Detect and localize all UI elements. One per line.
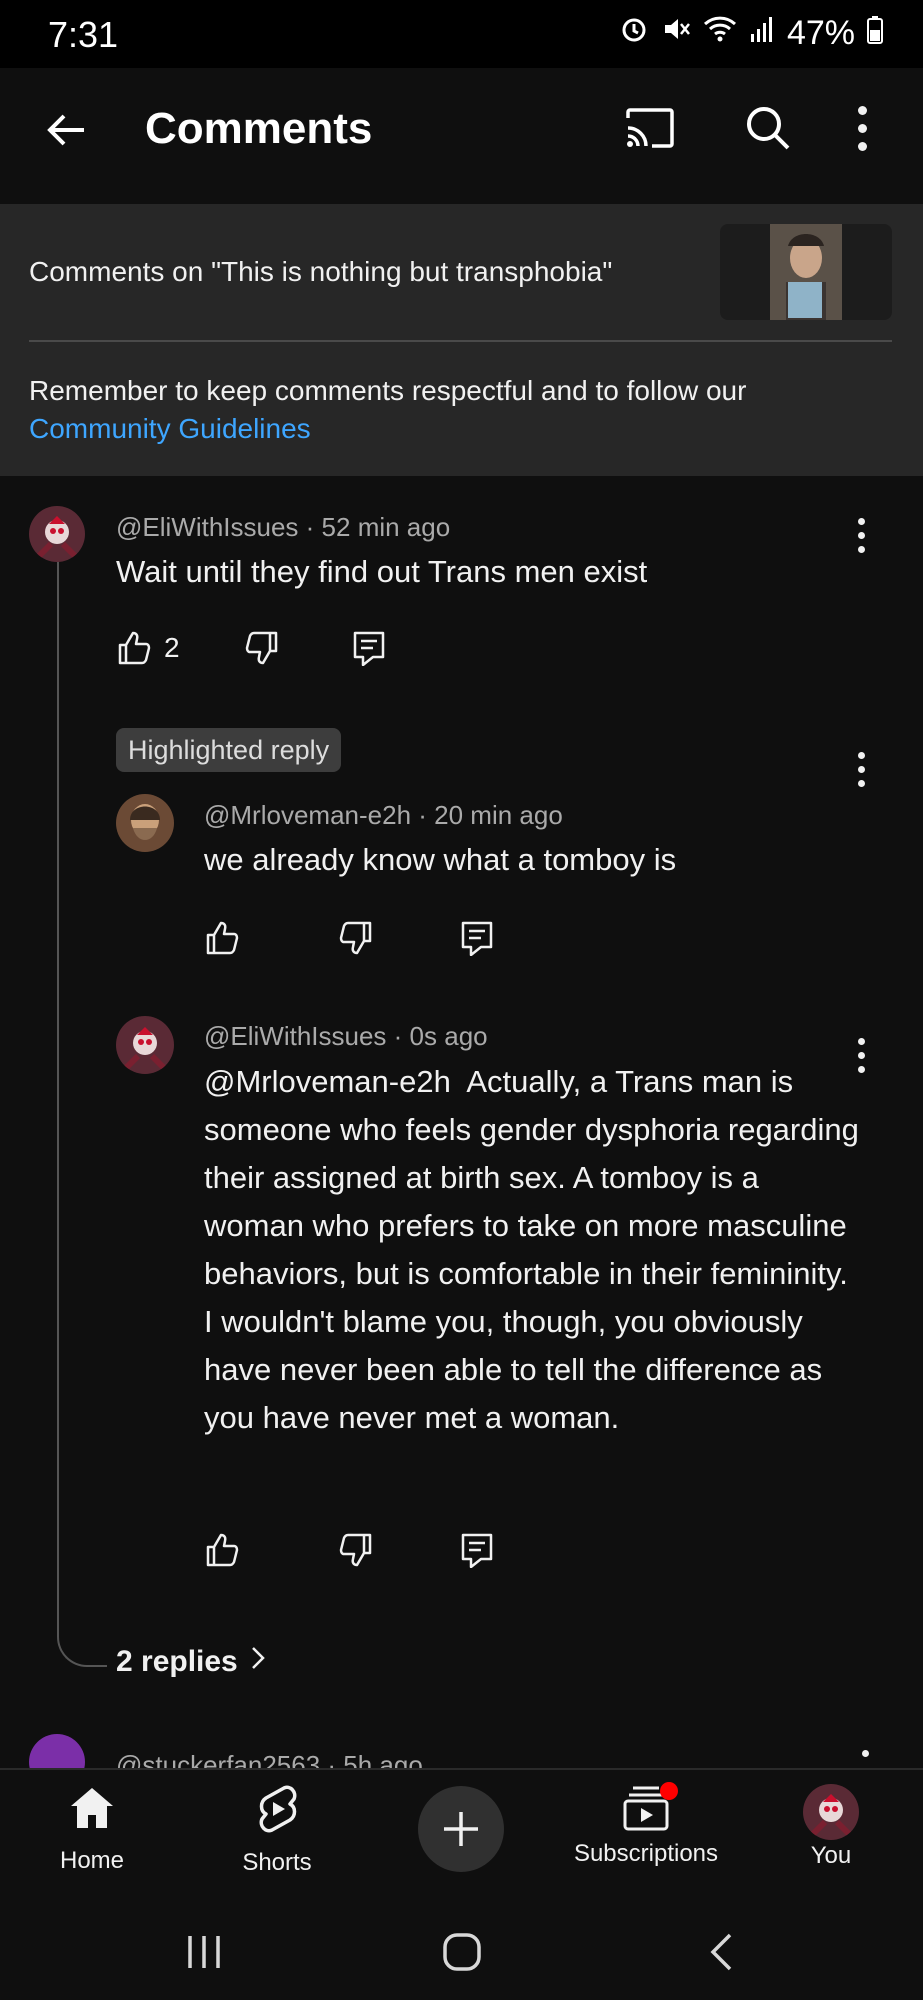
like-icon[interactable] xyxy=(204,1532,240,1568)
reminder-text: Remember to keep comments respectful and… xyxy=(29,375,747,406)
reply-time: 0s ago xyxy=(409,1021,488,1051)
replies-toggle[interactable]: 2 replies xyxy=(116,1645,266,1679)
comment-more-icon[interactable] xyxy=(862,1750,869,1757)
dislike-icon[interactable] xyxy=(244,630,280,666)
page-title: Comments xyxy=(145,104,373,153)
comment-time: 52 min ago xyxy=(321,512,451,542)
comments-info-panel: Comments on "This is nothing but transph… xyxy=(0,204,923,476)
status-icons: 47% xyxy=(619,14,883,53)
nav-label: Subscriptions xyxy=(573,1840,719,1867)
reply-meta: @Mrloveman-e2h · 20 min ago xyxy=(204,800,563,830)
like-icon[interactable] xyxy=(204,920,240,956)
recents-icon[interactable] xyxy=(186,1934,222,1975)
more-options-icon[interactable] xyxy=(858,106,867,151)
reply-text: we already know what a tomboy is xyxy=(204,842,677,877)
reply-meta: @EliWithIssues · 0s ago xyxy=(204,1021,488,1051)
nav-you[interactable]: You xyxy=(751,1784,911,1870)
reply-actions xyxy=(204,920,494,956)
status-bar: 7:31 47% xyxy=(0,0,923,68)
app-header: Comments xyxy=(0,68,923,204)
dislike-icon[interactable] xyxy=(338,1532,374,1568)
reply-author[interactable]: @EliWithIssues xyxy=(204,1021,386,1051)
reply-time: 20 min ago xyxy=(434,800,563,830)
dislike-icon[interactable] xyxy=(338,920,374,956)
replies-count: 2 replies xyxy=(116,1645,238,1678)
avatar[interactable] xyxy=(116,1016,174,1074)
thread-connector xyxy=(57,540,107,1667)
community-guidelines-link[interactable]: Community Guidelines xyxy=(29,410,889,448)
back-arrow-icon[interactable] xyxy=(42,106,90,154)
create-button[interactable] xyxy=(418,1786,504,1872)
chevron-right-icon xyxy=(250,1645,266,1679)
nav-subscriptions[interactable]: Subscriptions xyxy=(566,1782,726,1868)
reply-icon[interactable] xyxy=(460,1532,494,1568)
avatar[interactable] xyxy=(29,1734,85,1768)
system-navigation xyxy=(0,1898,923,2000)
mute-icon xyxy=(661,14,691,53)
status-time: 7:31 xyxy=(48,14,119,55)
profile-avatar xyxy=(803,1784,859,1840)
comment-meta: @stuckerfan2563 · 5h ago xyxy=(116,1750,423,1768)
signal-icon xyxy=(749,14,775,53)
comment-meta: @EliWithIssues · 52 min ago xyxy=(116,512,451,542)
wifi-icon xyxy=(703,14,737,53)
cast-icon[interactable] xyxy=(624,106,676,150)
create-plus-icon xyxy=(440,1808,482,1855)
comment-author[interactable]: @EliWithIssues xyxy=(116,512,298,542)
subscriptions-icon xyxy=(566,1782,726,1834)
comments-on-label: Comments on "This is nothing but transph… xyxy=(29,256,613,287)
reply-author[interactable]: @Mrloveman-e2h xyxy=(204,800,411,830)
like-icon[interactable] xyxy=(116,630,152,666)
comment-more-icon[interactable] xyxy=(858,518,865,553)
nav-label: You xyxy=(810,1842,852,1869)
like-count: 2 xyxy=(164,632,180,663)
avatar[interactable] xyxy=(29,506,85,562)
battery-icon xyxy=(867,14,883,53)
comment-text: Wait until they find out Trans men exist xyxy=(116,554,648,589)
notification-dot xyxy=(660,1782,678,1800)
guidelines-reminder: Remember to keep comments respectful and… xyxy=(29,372,889,448)
shorts-icon xyxy=(197,1784,357,1841)
nav-label: Shorts xyxy=(242,1849,312,1876)
comment-actions: 2 xyxy=(116,630,386,666)
reply-icon[interactable] xyxy=(460,920,494,956)
highlighted-reply-badge: Highlighted reply xyxy=(116,728,342,772)
nav-home[interactable]: Home xyxy=(12,1784,172,1875)
back-nav-icon[interactable] xyxy=(708,1932,734,1977)
nav-shorts[interactable]: Shorts xyxy=(197,1784,357,1877)
search-icon[interactable] xyxy=(744,104,792,152)
reply-icon[interactable] xyxy=(352,630,386,666)
home-icon xyxy=(12,1784,172,1839)
battery-percent: 47% xyxy=(786,14,855,52)
reply-text: @Mrloveman-e2h Actually, a Trans man is … xyxy=(204,1064,868,1435)
nav-label: Home xyxy=(59,1847,125,1874)
reply-more-icon[interactable] xyxy=(858,752,865,787)
avatar[interactable] xyxy=(116,794,174,852)
home-button-icon[interactable] xyxy=(442,1932,482,1977)
divider xyxy=(29,340,892,342)
bottom-navigation: Home Shorts Subscriptions You xyxy=(0,1768,923,1900)
next-comment-partial: @stuckerfan2563 · 5h ago xyxy=(0,1720,923,1768)
alarm-icon xyxy=(619,14,649,53)
reply-actions xyxy=(204,1532,494,1568)
video-thumbnail[interactable] xyxy=(720,224,892,320)
